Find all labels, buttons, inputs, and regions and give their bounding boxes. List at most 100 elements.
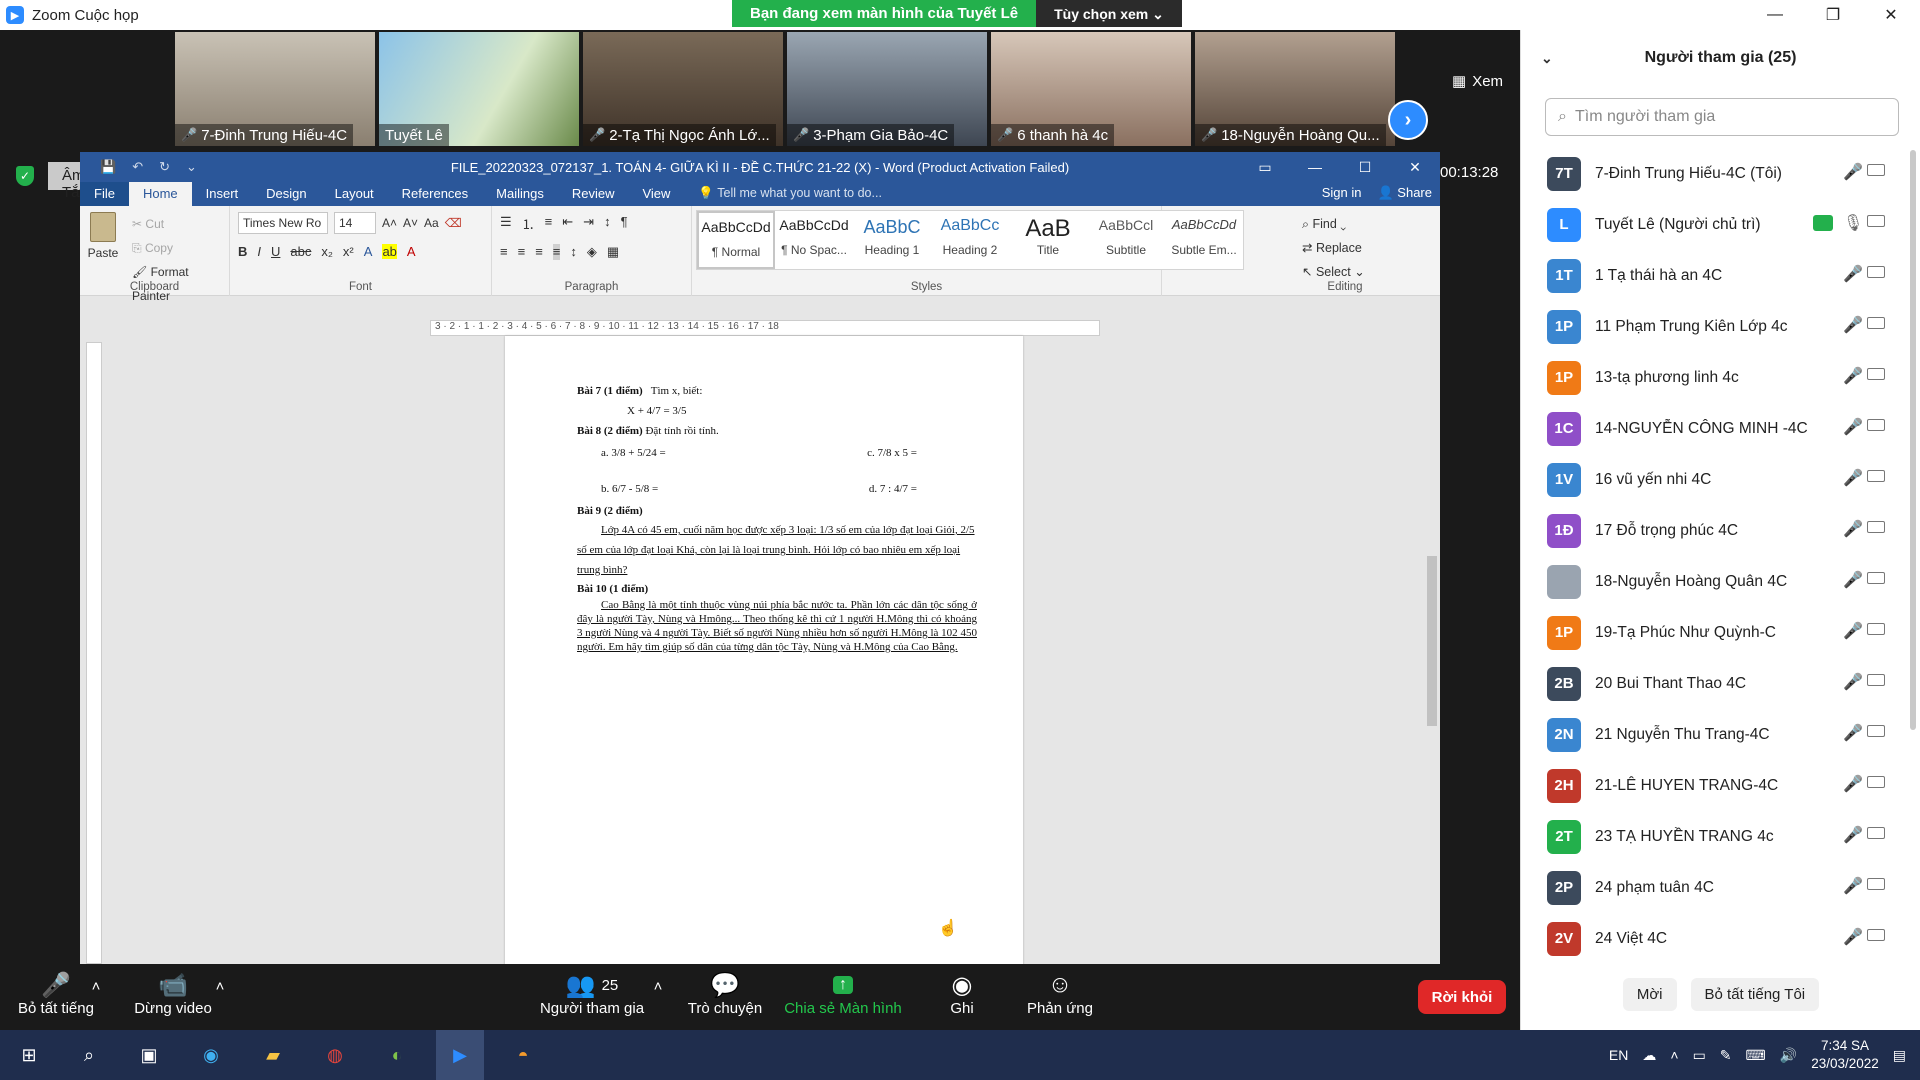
mic-muted-icon[interactable]: 🎤 [1843,672,1863,692]
camera-icon[interactable] [1867,215,1885,227]
underline-icon[interactable]: U [271,244,280,259]
app-icon[interactable]: ◐ [384,1042,410,1068]
task-view-icon[interactable]: ▣ [136,1042,162,1068]
sign-in-link[interactable]: Sign in [1322,185,1362,201]
justify-icon[interactable]: ≡ [552,244,561,260]
tell-me-input[interactable]: 💡 Tell me what you want to do... [698,186,882,206]
leave-button[interactable]: Rời khỏi [1418,980,1506,1014]
participant-row[interactable]: 1Đ 17 Đỗ trọng phúc 4C 🎤 [1521,505,1905,556]
mic-muted-icon[interactable]: 🎤 [1843,774,1863,794]
camera-icon[interactable] [1867,674,1885,686]
text-effects-icon[interactable]: A [364,244,373,259]
tab-home[interactable]: Home [128,182,192,206]
align-left-icon[interactable]: ≡ [500,244,508,260]
align-right-icon[interactable]: ≡ [535,244,543,260]
participant-row[interactable]: 2P 24 phạm tuân 4C 🎤 [1521,862,1905,913]
security-shield-icon[interactable]: ✓ [16,166,34,186]
pilcrow-icon[interactable]: ¶ [621,214,628,233]
share-screen-button[interactable]: ↑ Chia sẻ Màn hình [778,970,908,1017]
bold-icon[interactable]: B [238,244,247,259]
highlight-icon[interactable]: ab [382,244,397,259]
share-button[interactable]: 👤 Share [1377,185,1432,201]
windows-start-icon[interactable]: ⊞ [16,1042,42,1068]
language-indicator[interactable]: EN [1609,1047,1628,1063]
battery-icon[interactable]: ▭ [1693,1047,1706,1064]
camera-icon[interactable] [1867,878,1885,890]
mic-muted-icon[interactable]: 🎤 [1843,876,1863,896]
font-name-select[interactable]: Times New Ro [238,212,328,234]
participant-row[interactable]: 2T 23 TẠ HUYỀN TRANG 4c 🎤 [1521,811,1905,862]
grow-font-icon[interactable]: A˄ [382,216,397,230]
camera-icon[interactable] [1867,725,1885,737]
mic-icon[interactable]: 🎙 [1843,213,1863,233]
cut-button[interactable]: ✂ Cut [132,212,229,236]
volume-icon[interactable]: 🔊 [1780,1047,1797,1064]
borders-icon[interactable]: ▦ [607,244,619,260]
multilevel-icon[interactable]: ≡ [545,214,553,233]
change-case-icon[interactable]: Aa [424,216,439,230]
camera-icon[interactable] [1867,827,1885,839]
find-button[interactable]: ⌕ Find ⌄ [1302,212,1365,236]
participant-row[interactable]: 1V 16 vũ yến nhi 4C 🎤 [1521,454,1905,505]
weather-icon[interactable]: ☁ [1642,1047,1656,1064]
bullets-icon[interactable]: ☰ [500,214,512,233]
font-size-select[interactable]: 14 [334,212,376,234]
shading-icon[interactable]: ◈ [587,244,597,260]
camera-icon[interactable] [1867,929,1885,941]
video-tile[interactable]: 🎤 18-Nguyễn Hoàng Qu... [1195,32,1395,146]
word-maximize-icon[interactable]: ☐ [1340,152,1390,182]
word-minimize-icon[interactable]: — [1290,152,1340,182]
collapse-chevron-icon[interactable]: ⌄ [1541,50,1553,67]
participant-row[interactable]: 1P 19-Tạ Phúc Như Quỳnh-C 🎤 [1521,607,1905,658]
style-normal[interactable]: AaBbCcDd ¶ Normal [697,211,775,269]
font-color-icon[interactable]: A [407,244,416,259]
close-icon[interactable]: ✕ [1862,0,1920,30]
participants-button[interactable]: 👥 25 Người tham gia [532,970,652,1018]
line-spacing-icon[interactable]: ↕ [570,244,577,260]
reactions-button[interactable]: ☺ Phản ứng [1020,970,1100,1017]
mute-button[interactable]: 🎤 Bỏ tất tiếng [16,970,96,1018]
mic-muted-icon[interactable]: 🎤 [1843,366,1863,386]
mic-muted-icon[interactable]: 🎤 [1843,264,1863,284]
style-heading-2[interactable]: AaBbCc Heading 2 [931,211,1009,269]
video-tile-host[interactable]: Tuyết Lê [379,32,579,146]
clear-formatting-icon[interactable]: ⌫ [445,216,462,230]
sort-icon[interactable]: ↕ [604,214,611,233]
invite-button[interactable]: Mời [1622,978,1677,1011]
subscript-icon[interactable]: x₂ [321,244,333,259]
chat-button[interactable]: 💬 Trò chuyện [680,970,770,1018]
decrease-indent-icon[interactable]: ⇤ [562,214,573,233]
copy-button[interactable]: ⎘ Copy [132,236,229,260]
mute-all-button[interactable]: Bỏ tất tiếng Tôi [1690,978,1820,1011]
tab-review[interactable]: Review [558,182,629,206]
style-heading-1[interactable]: AaBbC Heading 1 [853,211,931,269]
mic-muted-icon[interactable]: 🎤 [1843,519,1863,539]
increase-indent-icon[interactable]: ⇥ [583,214,594,233]
vertical-ruler[interactable] [86,342,102,964]
mic-muted-icon[interactable]: 🎤 [1843,927,1863,947]
camera-icon[interactable] [1867,521,1885,533]
tab-mailings[interactable]: Mailings [482,182,558,206]
view-options-button[interactable]: Tùy chọn xem ⌄ [1036,0,1182,27]
view-button[interactable]: ▦ Xem [1452,72,1503,91]
numbering-icon[interactable]: ⒈ [522,214,535,233]
strikethrough-icon[interactable]: abc [290,244,311,259]
participant-row[interactable]: 7T 7-Đinh Trung Hiếu-4C (Tôi) 🎤 [1521,148,1905,199]
keyboard-icon[interactable]: ⌨ [1746,1047,1766,1064]
mic-muted-icon[interactable]: 🎤 [1843,162,1863,182]
participant-row[interactable]: 2B 20 Bui Thant Thao 4C 🎤 [1521,658,1905,709]
mic-muted-icon[interactable]: 🎤 [1843,570,1863,590]
participant-row[interactable]: 1T 1 Tạ thái hà an 4C 🎤 [1521,250,1905,301]
pen-icon[interactable]: ✎ [1720,1047,1732,1064]
file-explorer-icon[interactable]: ▰ [260,1042,286,1068]
camera-icon[interactable] [1867,623,1885,635]
style-no-spacing[interactable]: AaBbCcDd ¶ No Spac... [775,211,853,269]
participant-row[interactable]: 2V 24 Việt 4C 🎤 [1521,913,1905,964]
panel-scrollbar[interactable] [1910,150,1916,730]
video-tile[interactable]: 🎤 6 thanh hà 4c [991,32,1191,146]
italic-icon[interactable]: I [257,244,261,259]
camera-icon[interactable] [1867,368,1885,380]
style-subtitle[interactable]: AaBbCcl Subtitle [1087,211,1165,269]
shrink-font-icon[interactable]: A˅ [403,216,418,230]
next-page-button[interactable]: › [1388,100,1428,140]
